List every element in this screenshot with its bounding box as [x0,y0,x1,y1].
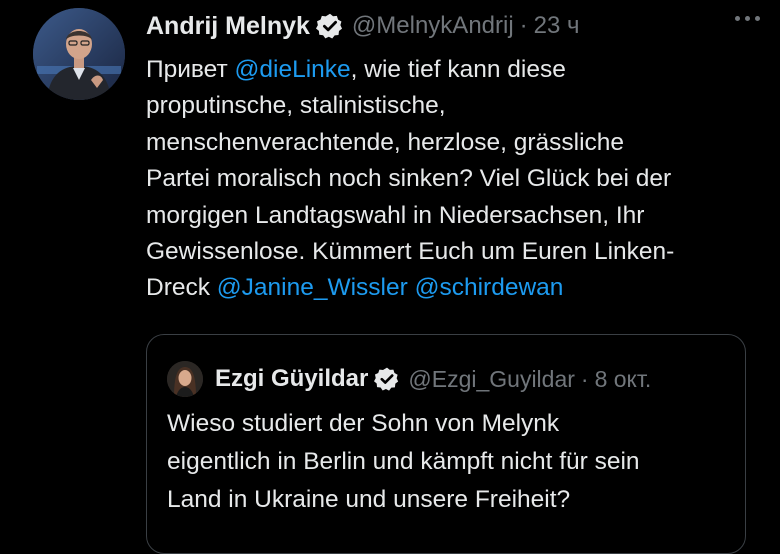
tweet-line: proputinsche, stalinistische, [146,92,446,120]
tweet-line: Gewissenlose. Kümmert Euch um Euren Link… [146,238,675,266]
mention-link[interactable]: @schirdewan [415,274,564,301]
quoted-tweet-line: eigentlich in Berlin und kämpft nicht fü… [167,448,640,475]
verified-badge-icon [374,366,400,392]
tweet-header: Andrij Melnyk @MelnykAndrij · 23 ч [146,10,580,42]
more-dot [735,16,740,21]
tweet[interactable]: Andrij Melnyk @MelnykAndrij · 23 ч Приве… [0,0,780,554]
mention-link[interactable]: @dieLinke [235,56,351,83]
tweet-line: menschenverachtende, herzlose, grässlich… [146,128,625,156]
quoted-tweet-text: Wieso studiert der Sohn von Melynk eigen… [167,405,737,519]
quoted-author-avatar[interactable] [167,361,203,397]
quoted-author-handle[interactable]: @Ezgi_Guyildar [408,366,575,393]
tweet-timestamp[interactable]: 23 ч [534,12,580,40]
author-handle[interactable]: @MelnykAndrij [352,12,514,40]
quoted-tweet-line: Wieso studiert der Sohn von Melynk [167,410,560,437]
text-segment [408,274,415,301]
quoted-tweet-header: Ezgi Güyildar @Ezgi_Guyildar · 8 окт. [167,361,651,397]
tweet-line: Partei moralisch noch sinken? Viel Glück… [146,165,672,193]
quoted-tweet[interactable]: Ezgi Güyildar @Ezgi_Guyildar · 8 окт. Wi… [146,334,746,554]
quoted-tweet-line: Land in Ukraine und unsere Freiheit? [167,486,571,513]
tweet-line: Привет @dieLinke, wie tief kann diese [146,52,766,88]
tweet-line: morgigen Landtagswahl in Niedersachsen, … [146,201,645,229]
separator-dot: · [580,365,589,392]
quoted-tweet-timestamp[interactable]: 8 окт. [595,366,652,393]
author-name[interactable]: Andrij Melnyk [146,12,310,41]
more-dot [745,16,750,21]
mention-link[interactable]: @Janine_Wissler [217,274,408,301]
separator-dot: · [519,12,528,39]
verified-badge-icon [315,12,344,40]
author-avatar[interactable] [33,8,125,100]
text-segment: Dreck [146,274,217,302]
tweet-line: Dreck @Janine_Wissler @schirdewan [146,270,766,306]
text-segment: , wie tief kann diese [350,56,566,83]
tweet-text: Привет @dieLinke, wie tief kann diese pr… [146,52,766,307]
more-dot [755,16,760,21]
quoted-author-name[interactable]: Ezgi Güyildar [215,365,368,393]
text-segment: Привет [146,56,235,83]
more-options-icon[interactable] [735,16,760,21]
